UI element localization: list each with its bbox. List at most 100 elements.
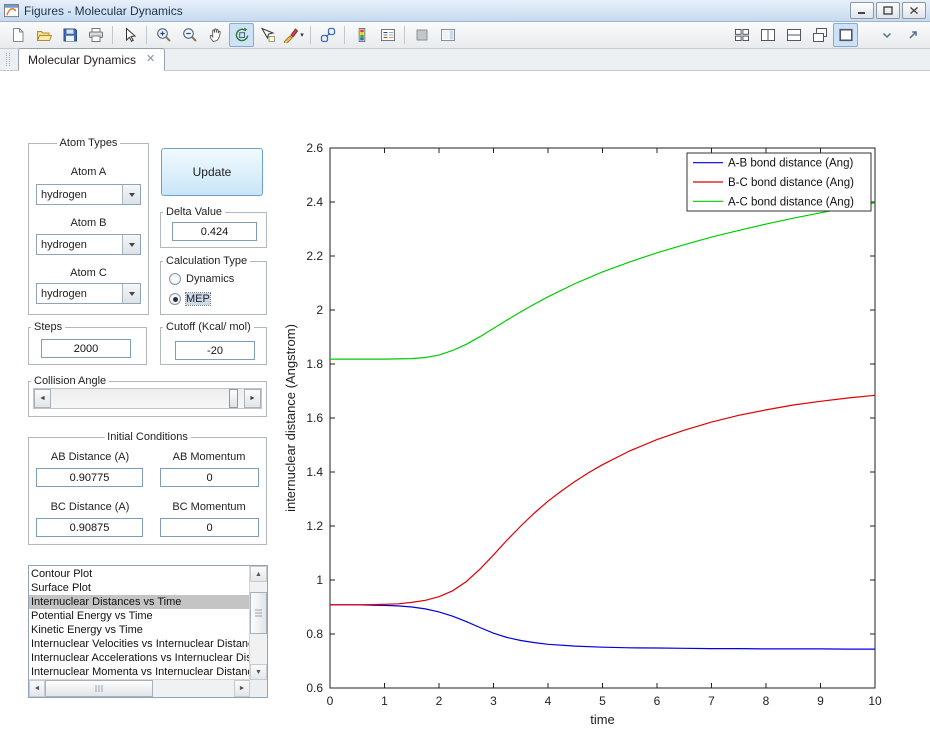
atom-a-label: Atom A (29, 166, 148, 178)
print-figure-button[interactable] (83, 23, 108, 47)
radio-dynamics[interactable]: Dynamics (169, 273, 234, 285)
show-plot-tools-button[interactable] (435, 23, 460, 47)
atom-c-select[interactable]: hydrogen (36, 283, 141, 304)
atom-a-select[interactable]: hydrogen (36, 184, 141, 205)
list-item[interactable]: Internuclear Momenta vs Internuclear Dis… (29, 665, 250, 679)
tile-layout-icon (734, 27, 750, 43)
scroll-down-arrow[interactable]: ▼ (250, 664, 267, 680)
tile-layout-button[interactable] (729, 23, 754, 47)
listbox-horizontal-scrollbar[interactable]: ◄ ► (29, 679, 250, 697)
list-item[interactable]: Surface Plot (29, 581, 250, 595)
tab-close-icon[interactable]: ✕ (146, 54, 155, 65)
scroll-up-arrow[interactable]: ▲ (250, 566, 267, 582)
x-tick-label: 6 (654, 694, 661, 708)
chevron-down-icon (129, 193, 135, 197)
slider-left-arrow[interactable]: ◄ (34, 389, 51, 408)
slider-right-arrow[interactable]: ► (244, 389, 261, 408)
atom-c-dropdown-button[interactable] (122, 284, 140, 303)
tabbar-grip[interactable] (6, 53, 10, 66)
horizontal-scroll-thumb[interactable] (45, 680, 153, 697)
plot-type-listbox[interactable]: Contour PlotSurface PlotInternuclear Dis… (28, 565, 268, 698)
float-windows-button[interactable] (807, 23, 832, 47)
toolbar-separator (146, 26, 147, 44)
bc-momentum-label: BC Momentum (154, 501, 264, 513)
ab-momentum-field[interactable]: 0 (160, 468, 259, 487)
split-top-bottom-button[interactable] (781, 23, 806, 47)
minimize-button[interactable] (850, 2, 874, 19)
vertical-scroll-thumb[interactable] (250, 592, 267, 634)
update-button[interactable]: Update (161, 148, 263, 196)
tab-molecular-dynamics[interactable]: Molecular Dynamics ✕ (18, 48, 165, 71)
pan-button[interactable] (203, 23, 228, 47)
ab-distance-label: AB Distance (A) (29, 451, 151, 463)
list-item[interactable]: Contour Plot (29, 567, 250, 581)
atom-b-select[interactable]: hydrogen (36, 234, 141, 255)
close-button[interactable] (902, 2, 926, 19)
split-left-right-button[interactable] (755, 23, 780, 47)
radio-dynamics-label: Dynamics (186, 273, 234, 285)
atom-a-dropdown-button[interactable] (122, 185, 140, 204)
dock-down-button[interactable] (874, 23, 899, 47)
open-file-button[interactable] (31, 23, 56, 47)
legend[interactable]: A-B bond distance (Ang)B-C bond distance… (687, 153, 871, 211)
listbox-vertical-scrollbar[interactable]: ▲ ▼ (249, 566, 267, 680)
bc-distance-field[interactable]: 0.90875 (36, 518, 143, 537)
list-item[interactable]: Kinetic Energy vs Time (29, 623, 250, 637)
list-item[interactable]: Internuclear Velocities vs Internuclear … (29, 637, 250, 651)
delta-value-field[interactable]: 0.424 (172, 222, 257, 241)
collision-angle-slider[interactable]: ◄ ► (33, 388, 262, 409)
atom-a-value: hydrogen (37, 185, 122, 204)
x-tick-label: 9 (817, 694, 824, 708)
slider-track[interactable] (51, 389, 244, 408)
y-tick-label: 2.6 (306, 141, 323, 155)
calculation-type-title: Calculation Type (163, 254, 250, 268)
ab-distance-field[interactable]: 0.90775 (36, 468, 143, 487)
legend-entry-label: A-B bond distance (Ang) (728, 158, 853, 170)
zoom-in-icon (156, 27, 172, 43)
steps-group: Steps 2000 (28, 327, 147, 365)
list-item[interactable]: Potential Energy vs Time (29, 609, 250, 623)
legend-entry-label: A-C bond distance (Ang) (728, 196, 854, 208)
edit-plot-button[interactable] (117, 23, 142, 47)
cutoff-field[interactable]: -20 (175, 341, 255, 360)
x-tick-label: 1 (381, 694, 388, 708)
new-figure-button[interactable] (5, 23, 30, 47)
y-tick-label: 2.2 (306, 249, 323, 263)
save-figure-button[interactable] (57, 23, 82, 47)
bc-distance-label: BC Distance (A) (29, 501, 151, 513)
insert-legend-button[interactable] (375, 23, 400, 47)
plot-canvas[interactable]: 0123456789100.60.811.21.41.61.822.22.42.… (280, 120, 920, 730)
link-plot-icon (320, 27, 336, 43)
collision-angle-title: Collision Angle (31, 374, 109, 388)
scroll-left-arrow[interactable]: ◄ (29, 680, 45, 697)
zoom-in-button[interactable] (151, 23, 176, 47)
toolbar-separator (112, 26, 113, 44)
x-tick-label: 3 (490, 694, 497, 708)
y-tick-label: 2.4 (306, 195, 323, 209)
steps-field[interactable]: 2000 (41, 339, 131, 358)
bc-momentum-field[interactable]: 0 (160, 518, 259, 537)
insert-colorbar-button[interactable] (349, 23, 374, 47)
new-figure-icon (10, 27, 26, 43)
link-plot-button[interactable] (315, 23, 340, 47)
scroll-right-arrow[interactable]: ► (234, 680, 250, 697)
list-item[interactable]: Internuclear Accelerations vs Internucle… (29, 651, 250, 665)
maximize-layout-button[interactable] (833, 23, 858, 47)
minimize-icon (857, 6, 867, 15)
undock-button[interactable] (900, 23, 925, 47)
rotate-3d-button[interactable] (229, 23, 254, 47)
atom-c-label: Atom C (29, 267, 148, 279)
x-tick-label: 5 (599, 694, 606, 708)
data-cursor-button[interactable] (255, 23, 280, 47)
dropdown-caret-icon[interactable]: ▾ (300, 31, 304, 39)
hide-plot-tools-button[interactable] (409, 23, 434, 47)
list-item[interactable]: Internuclear Distances vs Time (29, 595, 250, 609)
radio-mep[interactable]: MEP (169, 293, 210, 305)
collision-angle-slider-thumb[interactable] (229, 389, 238, 408)
brush-data-button[interactable]: ▾ (281, 23, 306, 47)
atom-b-dropdown-button[interactable] (122, 235, 140, 254)
zoom-out-button[interactable] (177, 23, 202, 47)
maximize-button[interactable] (876, 2, 900, 19)
chevron-down-icon (129, 243, 135, 247)
chevron-down-icon (129, 292, 135, 296)
